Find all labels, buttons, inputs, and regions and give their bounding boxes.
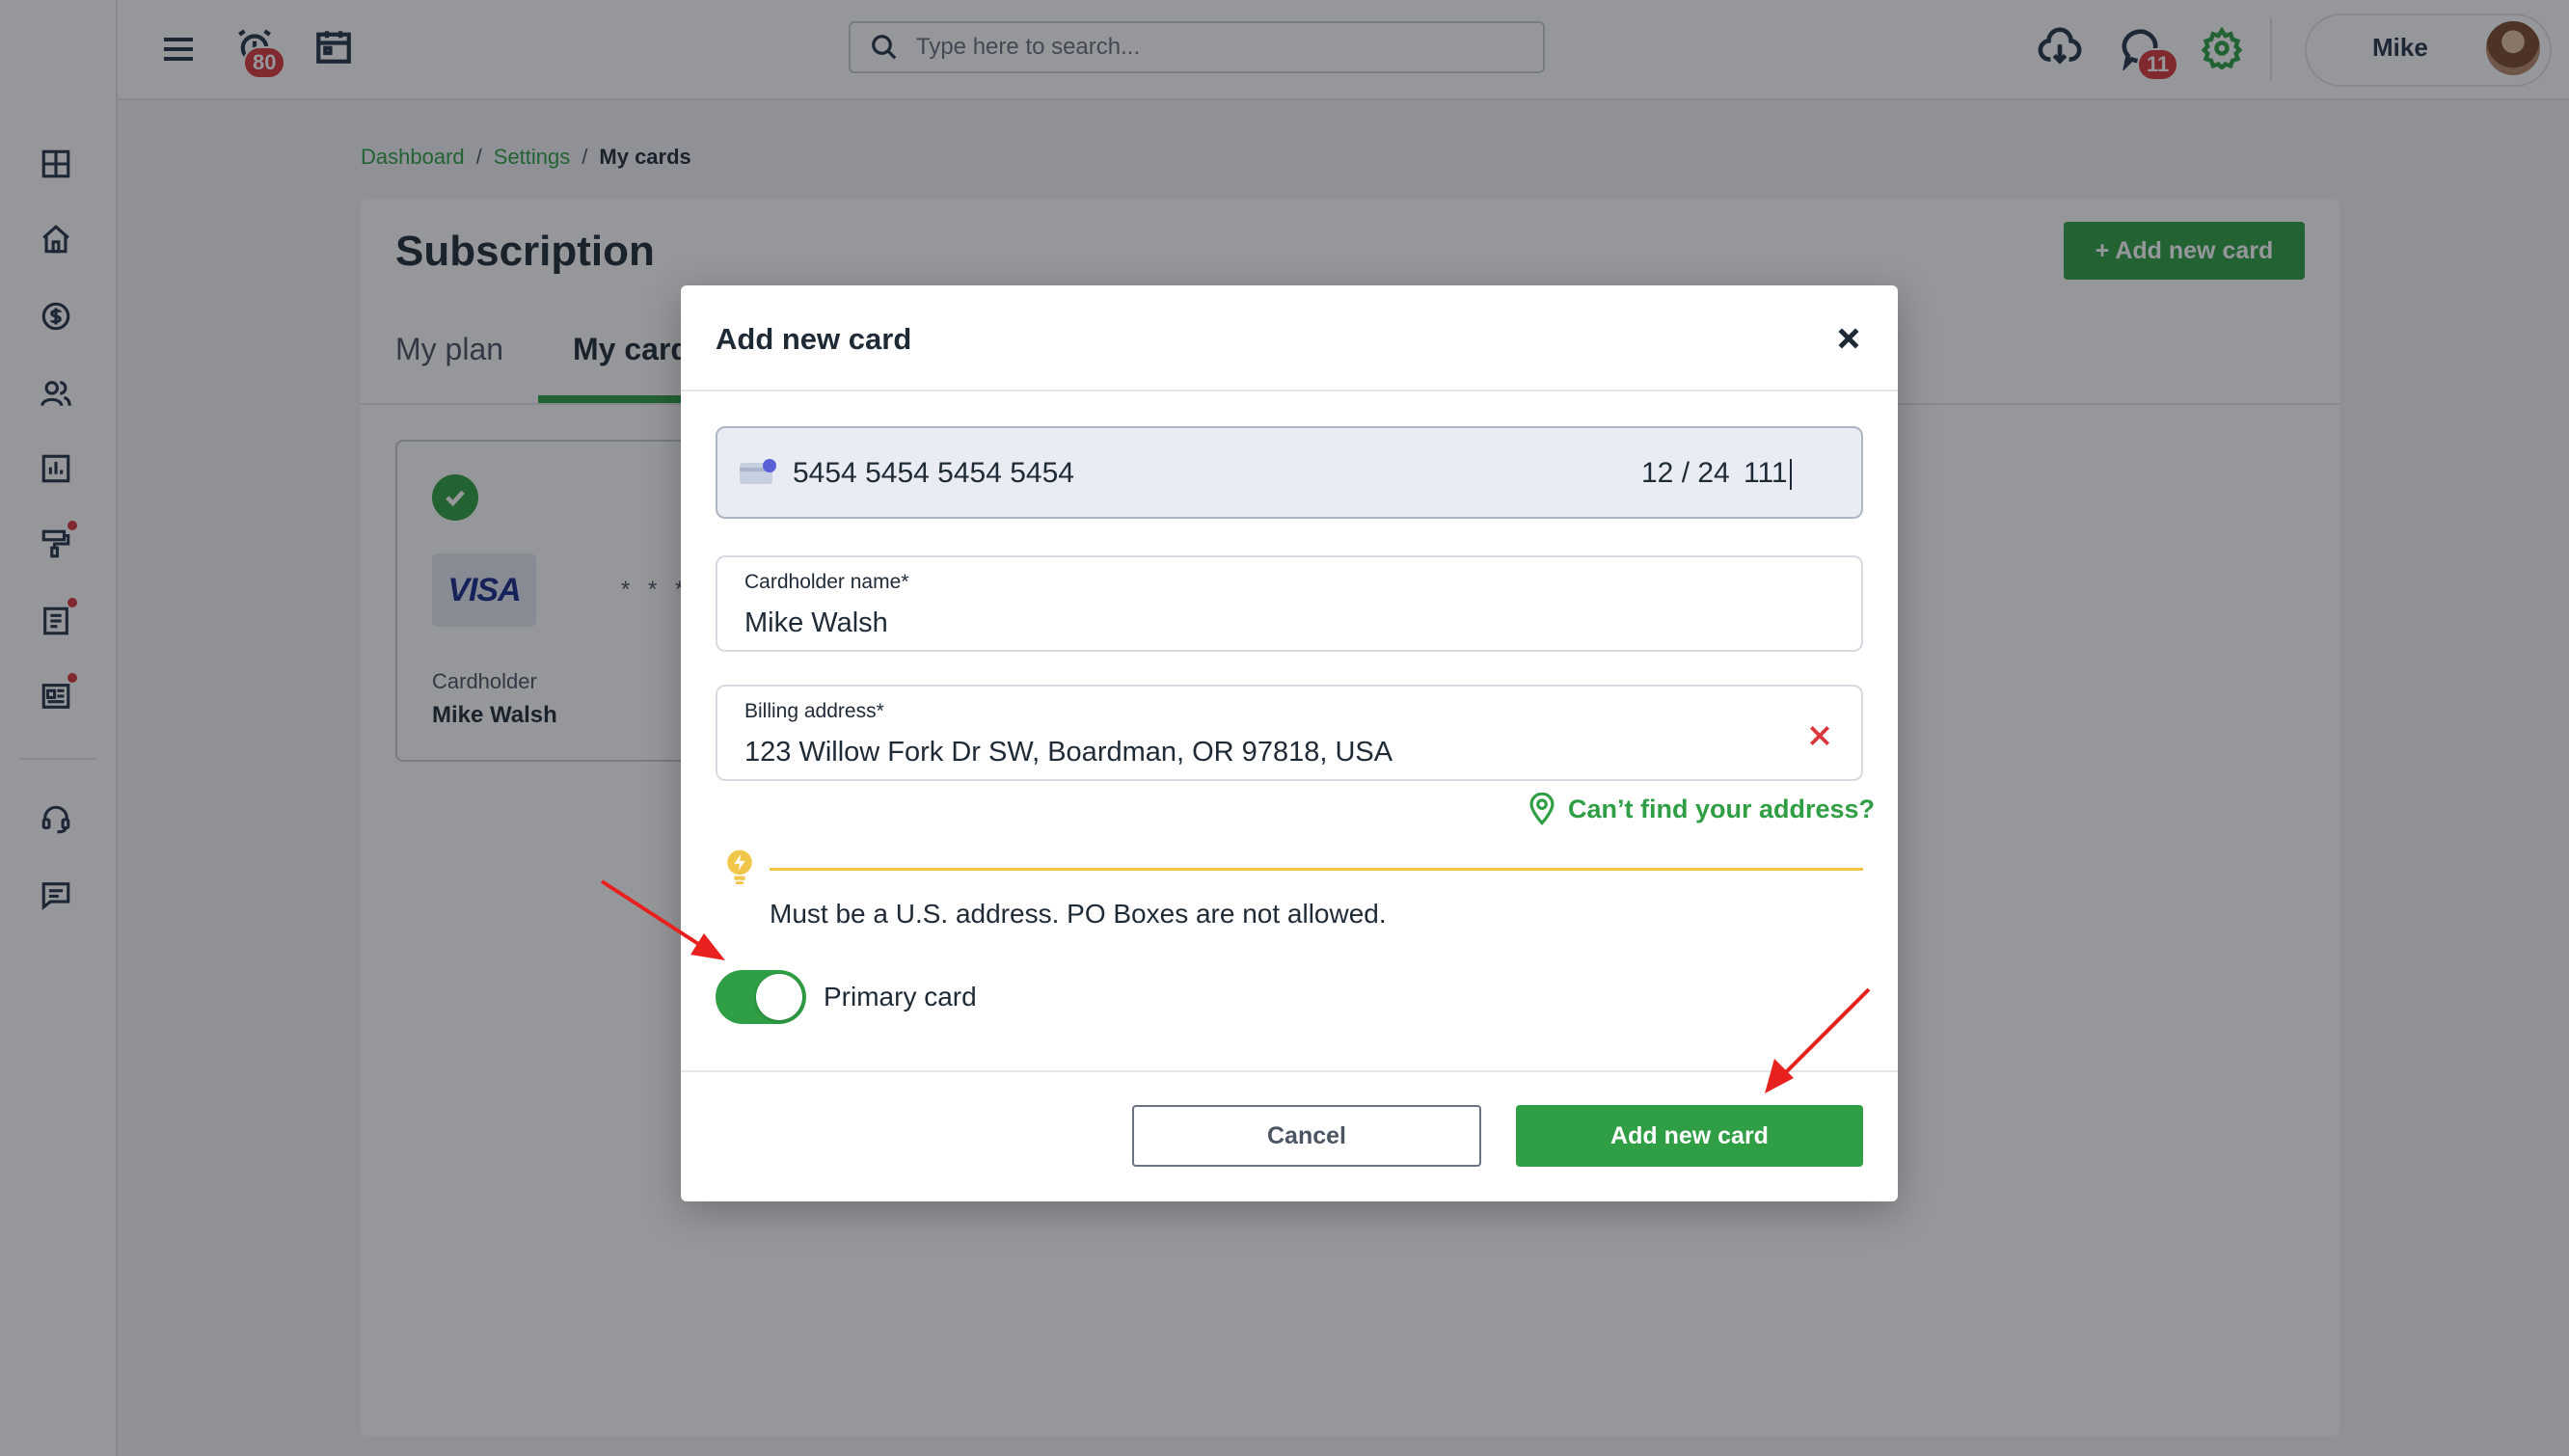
cardholder-name-label: Cardholder name* (744, 571, 909, 593)
billing-address-value[interactable]: 123 Willow Fork Dr SW, Boardman, OR 9781… (744, 737, 1393, 768)
clear-icon[interactable] (1807, 723, 1832, 748)
close-icon[interactable] (1830, 320, 1867, 357)
cancel-button[interactable]: Cancel (1132, 1105, 1481, 1167)
billing-address-field[interactable]: Billing address* 123 Willow Fork Dr SW, … (716, 685, 1863, 781)
card-cvc-value: 111 (1744, 457, 1788, 489)
card-number-field[interactable]: 5454 5454 5454 5454 12 / 24 111 (716, 426, 1863, 519)
card-expiry-value[interactable]: 12 / 24 (1641, 457, 1730, 490)
lightbulb-icon (727, 849, 752, 884)
add-card-modal: Add new card 5454 5454 5454 5454 12 / 24… (681, 285, 1898, 1201)
card-cvc-field[interactable]: 111 (1744, 457, 1792, 491)
primary-card-toggle[interactable] (716, 970, 806, 1024)
cant-find-address-label: Can’t find your address? (1568, 794, 1876, 823)
billing-address-label: Billing address* (744, 700, 884, 722)
primary-card-label: Primary card (824, 982, 977, 1011)
text-caret (1789, 459, 1792, 491)
modal-footer-divider (681, 1070, 1898, 1072)
add-new-card-submit-button[interactable]: Add new card (1516, 1105, 1863, 1167)
cant-find-address-link[interactable]: Can’t find your address? (1528, 793, 1875, 825)
location-pin-icon (1529, 793, 1555, 825)
address-tip: Must be a U.S. address. PO Boxes are not… (770, 899, 1387, 929)
modal-header: Add new card (681, 285, 1898, 391)
cardholder-name-field[interactable]: Cardholder name* Mike Walsh (716, 555, 1863, 652)
credit-card-icon (740, 459, 776, 484)
cardholder-name-value[interactable]: Mike Walsh (744, 607, 888, 639)
card-number-value[interactable]: 5454 5454 5454 5454 (793, 457, 1074, 490)
modal-title: Add new card (716, 322, 912, 356)
tip-divider (770, 868, 1863, 871)
toggle-knob (756, 974, 802, 1020)
